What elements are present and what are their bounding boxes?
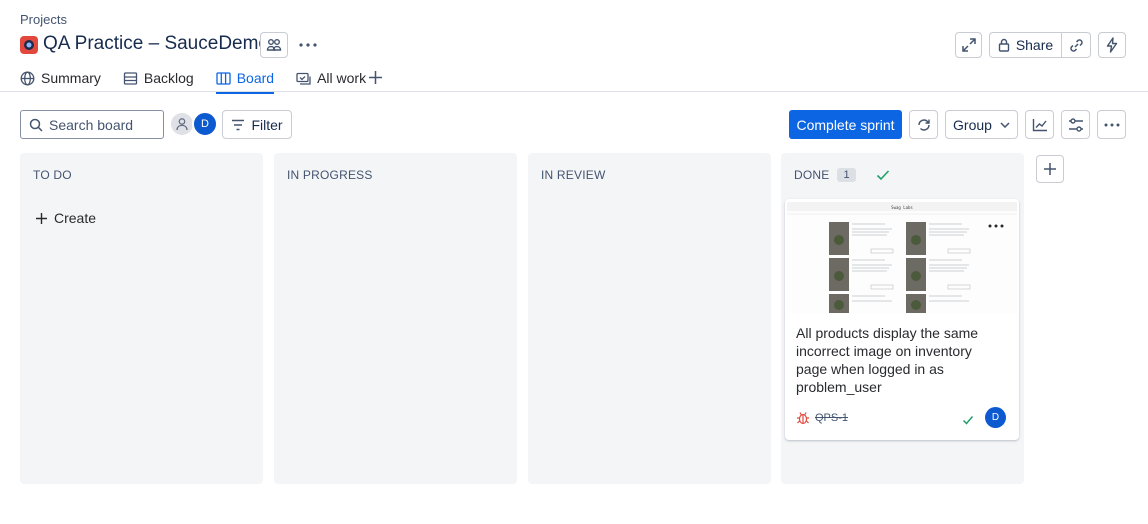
column-title: IN REVIEW <box>541 168 605 182</box>
lock-icon <box>998 38 1010 52</box>
column-in-progress: IN PROGRESS <box>274 153 517 484</box>
search-icon <box>29 118 43 132</box>
list-icon <box>123 71 138 85</box>
svg-text:Swag Labs: Swag Labs <box>891 205 913 210</box>
tab-label: Summary <box>41 70 101 86</box>
project-title: QA Practice – SauceDemo <box>43 33 269 54</box>
automation-button[interactable] <box>1098 32 1126 58</box>
column-done: DONE 1 Swag Labs All products display th… <box>781 153 1024 484</box>
assignee-avatar[interactable]: D <box>985 407 1006 428</box>
column-title-text: DONE <box>794 168 830 182</box>
lightning-icon <box>1106 37 1118 53</box>
ellipsis-icon <box>299 43 317 47</box>
refresh-icon <box>917 118 930 131</box>
more-actions-button[interactable] <box>296 32 320 58</box>
group-label: Group <box>953 116 992 133</box>
all-work-icon <box>296 72 311 85</box>
board-icon <box>216 71 231 85</box>
issue-card[interactable]: Swag Labs All products display the same … <box>785 199 1019 440</box>
share-button[interactable]: Share <box>989 32 1061 58</box>
share-label: Share <box>1015 37 1054 53</box>
filter-button[interactable]: Filter <box>222 110 292 139</box>
tab-label: Board <box>236 70 275 86</box>
header-divider <box>0 91 1148 92</box>
chevron-down-icon <box>1000 121 1010 128</box>
people-icon <box>266 39 282 51</box>
complete-sprint-button[interactable]: Complete sprint <box>789 110 902 139</box>
copy-link-button[interactable] <box>1061 32 1091 58</box>
issue-summary: All products display the same incorrect … <box>796 325 979 395</box>
sliders-icon <box>1068 117 1083 132</box>
done-check-icon <box>876 170 889 181</box>
unassigned-avatar[interactable] <box>171 113 193 135</box>
issue-count-badge: 1 <box>837 168 856 182</box>
screenshot-thumbnail-image: Swag Labs <box>787 202 1017 313</box>
column-title: TO DO <box>33 168 72 182</box>
chart-line-icon <box>1032 118 1047 131</box>
column-title: DONE 1 <box>794 168 890 182</box>
bug-icon <box>796 411 810 430</box>
plus-icon <box>1044 163 1056 175</box>
column-todo: TO DO Create <box>20 153 263 484</box>
add-tab-button[interactable] <box>368 70 383 90</box>
search-board[interactable] <box>20 110 164 139</box>
user-icon <box>176 118 188 131</box>
breadcrumb[interactable]: Projects <box>20 12 67 27</box>
expand-icon <box>961 38 976 52</box>
globe-icon <box>20 71 35 85</box>
refresh-button[interactable] <box>909 110 938 139</box>
add-column-button[interactable] <box>1036 155 1064 183</box>
filter-icon <box>232 119 245 130</box>
user-avatar-filter[interactable]: D <box>192 111 218 137</box>
link-icon <box>1069 38 1083 52</box>
create-label: Create <box>54 210 97 226</box>
card-thumbnail: Swag Labs <box>787 202 1017 313</box>
project-avatar-icon <box>20 36 38 54</box>
tab-label: Backlog <box>143 70 194 86</box>
column-title-text: TO DO <box>33 168 72 182</box>
team-button[interactable] <box>260 32 288 58</box>
create-issue-button[interactable]: Create <box>35 210 96 226</box>
column-title: IN PROGRESS <box>287 168 373 182</box>
insights-button[interactable] <box>1025 110 1054 139</box>
view-settings-button[interactable] <box>1061 110 1090 139</box>
fullscreen-button[interactable] <box>955 32 982 58</box>
plus-icon <box>369 71 382 84</box>
resolved-check-icon <box>962 412 974 430</box>
column-title-text: IN PROGRESS <box>287 168 373 182</box>
column-in-review: IN REVIEW <box>528 153 771 484</box>
plus-icon <box>36 212 47 224</box>
ellipsis-icon <box>1104 123 1119 126</box>
tab-label: All work <box>317 70 367 86</box>
group-dropdown[interactable]: Group <box>945 110 1018 139</box>
ellipsis-icon <box>988 224 1004 228</box>
card-more-button[interactable] <box>988 215 1004 233</box>
column-title-text: IN REVIEW <box>541 168 606 182</box>
filter-label: Filter <box>251 116 283 133</box>
issue-key[interactable]: QPS-1 <box>815 412 848 424</box>
search-input[interactable] <box>49 116 149 133</box>
board-more-button[interactable] <box>1097 110 1126 139</box>
